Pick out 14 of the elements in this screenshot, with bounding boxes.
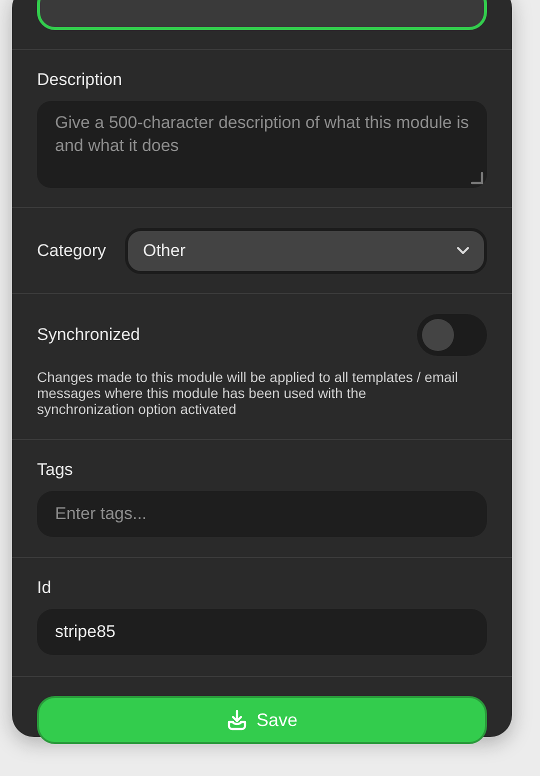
- category-label: Category: [37, 240, 106, 260]
- description-field[interactable]: Give a 500-character description of what this module is and what it does: [37, 101, 487, 188]
- description-label: Description: [37, 70, 124, 90]
- category-select[interactable]: Other: [124, 228, 487, 274]
- tags-field[interactable]: Enter tags...: [37, 491, 487, 537]
- download-tray-icon: [226, 709, 248, 731]
- tags-label: Tags: [37, 460, 74, 480]
- synchronized-help-text: Changes made to this module will be applied to all templates / email messages where this module has been used with the synchronization option activated: [37, 369, 460, 417]
- synchronized-label: Synchronized: [37, 325, 140, 345]
- id-label: Id: [37, 578, 52, 598]
- synchronized-toggle[interactable]: [417, 314, 487, 356]
- id-field[interactable]: stripe85: [37, 609, 487, 655]
- chevron-down-icon: [456, 246, 470, 255]
- resize-grip-icon[interactable]: [470, 171, 484, 185]
